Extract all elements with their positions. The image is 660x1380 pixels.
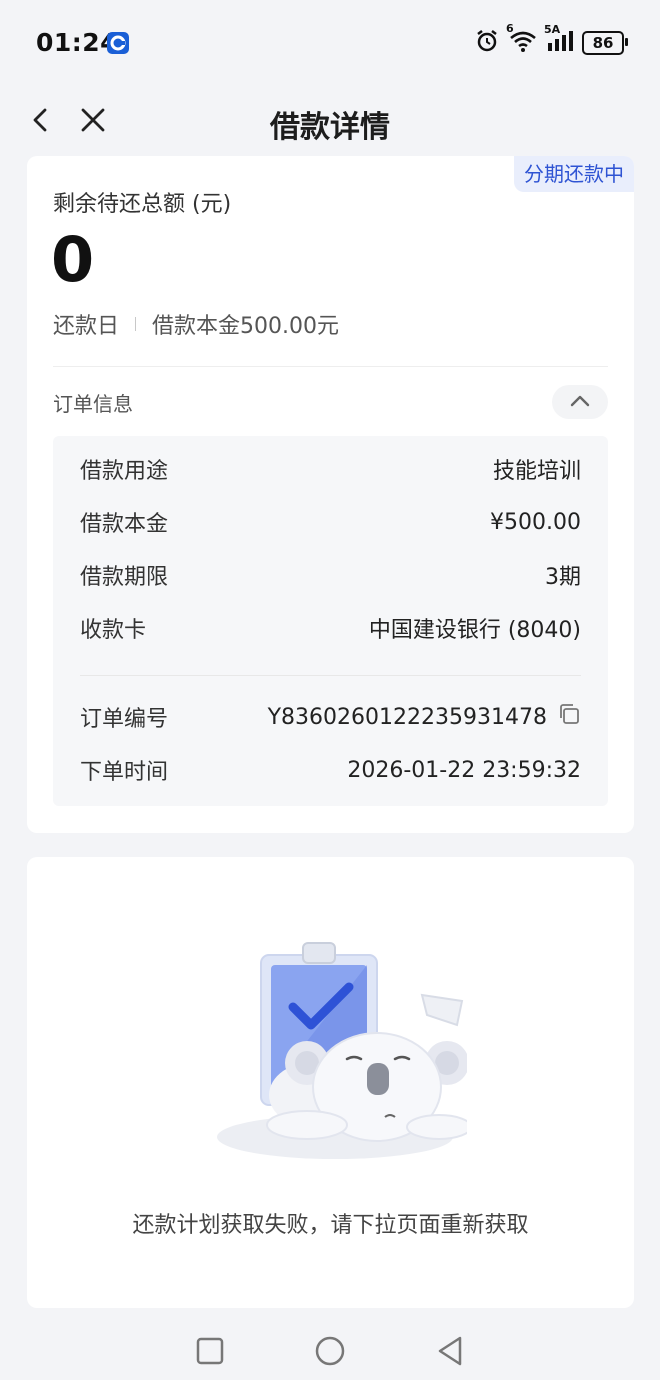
wifi-icon: 6	[506, 22, 538, 58]
row-value: 技能培训	[492, 459, 581, 484]
section-divider	[53, 366, 608, 367]
remaining-total-label: 剩余待还总额 (元)	[53, 192, 232, 217]
alarm-icon	[474, 28, 500, 58]
row-label: 借款本金	[80, 512, 169, 537]
row-value: 2026-01-22 23:59:32	[347, 757, 581, 783]
row-value: ¥500.00	[490, 509, 581, 535]
sleeping-koala-clipboard-illustration	[207, 937, 472, 1167]
nav-bar: 借款详情	[0, 86, 660, 156]
recents-square-icon[interactable]	[192, 1333, 228, 1369]
order-row-order-no: 订单编号 Y8360260122235931478	[80, 702, 581, 732]
loan-detail-card: 分期还款中 剩余待还总额 (元) 0 还款日 借款本金500.00元 订单信息 …	[27, 156, 634, 833]
row-label: 收款卡	[80, 618, 147, 643]
order-row-card: 收款卡 中国建设银行 (8040)	[80, 613, 581, 643]
collapse-order-info-button[interactable]	[552, 385, 608, 419]
row-label: 借款用途	[80, 459, 169, 484]
row-label: 下单时间	[80, 760, 169, 785]
cellular-signal-icon: 5A	[544, 23, 574, 57]
order-row-purpose: 借款用途 技能培训	[80, 454, 581, 484]
app-badge-icon	[107, 32, 129, 54]
status-time: 01:24	[36, 28, 119, 57]
repayment-plan-card: 还款计划获取失败，请下拉页面重新获取	[27, 857, 634, 1308]
plan-error-message: 还款计划获取失败，请下拉页面重新获取	[132, 1213, 529, 1238]
row-value: 3期	[545, 565, 581, 590]
status-badge: 分期还款中	[514, 156, 634, 192]
page-title: 借款详情	[270, 110, 390, 145]
order-number-value: Y8360260122235931478	[268, 702, 581, 732]
battery-icon: 86	[582, 31, 628, 55]
row-value: 中国建设银行 (8040)	[368, 618, 581, 643]
back-triangle-icon[interactable]	[432, 1333, 468, 1369]
wifi-generation-label: 6	[506, 22, 514, 35]
row-label: 借款期限	[80, 565, 169, 590]
order-number-text: Y8360260122235931478	[267, 704, 547, 730]
order-row-term: 借款期限 3期	[80, 560, 581, 590]
status-icons: 6 5A 86	[474, 22, 628, 58]
order-row-order-time: 下单时间 2026-01-22 23:59:32	[80, 755, 581, 786]
remaining-total-amount: 0	[51, 223, 95, 296]
battery-level: 86	[592, 34, 614, 52]
copy-icon[interactable]	[557, 702, 581, 732]
home-circle-icon[interactable]	[312, 1333, 348, 1369]
row-label: 订单编号	[80, 707, 169, 732]
chevron-up-icon	[569, 393, 591, 412]
cellular-generation-label: 5A	[544, 23, 561, 36]
repayment-day-label: 还款日	[53, 314, 120, 339]
info-divider	[80, 675, 581, 676]
status-bar: 01:24 6 5A 86	[0, 0, 660, 86]
order-info-panel: 借款用途 技能培训 借款本金 ¥500.00 借款期限 3期 收款卡 中国建设银…	[53, 436, 608, 806]
order-row-principal: 借款本金 ¥500.00	[80, 507, 581, 538]
principal-summary: 借款本金500.00元	[152, 314, 339, 339]
order-info-label: 订单信息	[53, 392, 133, 416]
loan-summary-line: 还款日 借款本金500.00元	[53, 308, 339, 340]
summary-separator	[135, 317, 137, 331]
system-nav-bar	[0, 1322, 660, 1380]
